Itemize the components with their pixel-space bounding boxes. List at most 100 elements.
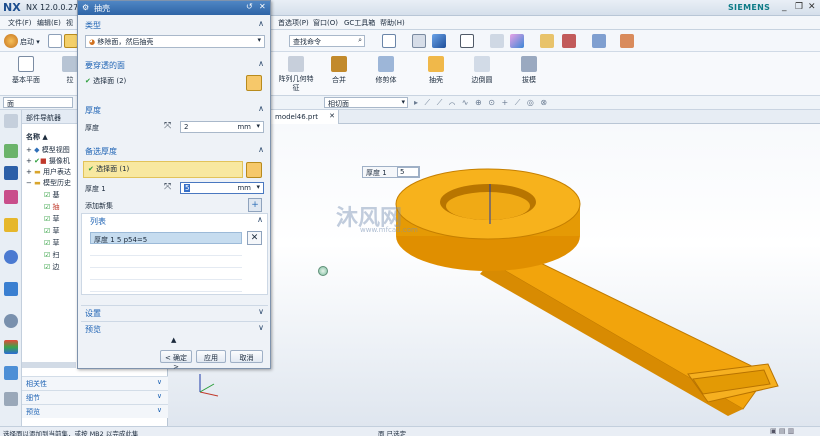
extrude-button[interactable]: 拉 <box>62 56 78 85</box>
checkbox-icon[interactable]: ☑ <box>44 191 50 199</box>
gear-icon[interactable] <box>4 114 18 128</box>
checkbox-icon[interactable]: ☑ <box>44 263 50 271</box>
section-alt-thickness-header[interactable]: 备选厚度 ∧ <box>81 144 268 157</box>
thickness-callout[interactable]: 厚度 1 5 <box>362 166 420 178</box>
tree-item-feature[interactable]: ☑ 草 <box>44 214 60 224</box>
color-icon[interactable] <box>510 34 524 48</box>
checkbox-icon[interactable]: ☑ <box>44 239 50 247</box>
restore-icon[interactable]: ❐ <box>795 2 803 12</box>
panel-dependencies[interactable]: 相关性 ∨ <box>22 376 168 390</box>
tree-item-feature[interactable]: ☑ 边 <box>44 262 60 272</box>
callout-value-input[interactable]: 5 <box>397 167 419 177</box>
collapse-icon[interactable]: ∧ <box>258 59 264 68</box>
draft-button[interactable]: 拔模 <box>518 56 540 85</box>
alt-thickness-input[interactable]: 5 mm ▾ <box>180 182 264 194</box>
tab-model46[interactable]: model46.prt ✕ <box>271 110 339 124</box>
formula-icon[interactable]: ⤧ <box>164 182 171 192</box>
checkbox-icon[interactable]: ☑ <box>44 251 50 259</box>
ruler-icon[interactable] <box>620 34 634 48</box>
view-orient-icon[interactable] <box>412 34 426 48</box>
tree-item-model-views[interactable]: + ◆ 模型视图 <box>26 145 70 155</box>
palette-icon[interactable] <box>4 340 18 354</box>
collapse-icon[interactable]: ∧ <box>258 19 264 28</box>
expand-icon[interactable]: ∨ <box>258 307 264 316</box>
horizontal-scrollbar[interactable] <box>22 362 76 368</box>
history-icon[interactable] <box>4 282 18 296</box>
collapse-icon[interactable]: ∧ <box>257 215 263 224</box>
apply-button[interactable]: 应用 <box>196 350 226 363</box>
alt-select-row[interactable]: ✔ 选择面 (1) <box>83 161 243 178</box>
panel-preview[interactable]: 预览 ∨ <box>22 404 168 418</box>
menu-file[interactable]: 文件(F) <box>8 18 32 28</box>
tree-item-feature[interactable]: ☑ 扫 <box>44 250 60 260</box>
tree-item-feature[interactable]: ☑ 基 <box>44 190 60 200</box>
menu-preferences[interactable]: 首选项(P) <box>278 18 309 28</box>
menu-help[interactable]: 帮助(H) <box>380 18 405 28</box>
tree-item-cameras[interactable]: + ✔■ 摄像机 <box>26 156 70 166</box>
section-settings-header[interactable]: 设置 ∨ <box>81 305 268 318</box>
constraint-navigator-icon[interactable] <box>4 166 18 180</box>
menu-edit[interactable]: 编辑(E) <box>37 18 61 28</box>
measure-icon[interactable] <box>592 34 606 48</box>
menu-view[interactable]: 视 <box>66 18 73 28</box>
tree-item-model-history[interactable]: − ▬ 模型历史 <box>26 178 71 188</box>
background-icon[interactable] <box>460 34 474 48</box>
minimize-icon[interactable]: _ <box>782 2 787 12</box>
snap-icon[interactable] <box>540 34 554 48</box>
collapse-all-icon[interactable]: ▲ <box>171 336 176 344</box>
start-menu-label[interactable]: 启动 ▾ <box>20 37 40 47</box>
close-icon[interactable]: ✕ <box>259 2 266 11</box>
search-icon[interactable]: ⌕ <box>358 36 362 45</box>
section-type-header[interactable]: 类型 ∧ <box>81 18 268 31</box>
checkbox-icon[interactable]: ☑ <box>44 215 50 223</box>
new-file-icon[interactable] <box>48 34 62 48</box>
cancel-button[interactable]: 取消 <box>230 350 263 363</box>
select-face-icon[interactable] <box>246 162 262 178</box>
tree-item-feature[interactable]: ☑ 草 <box>44 226 60 236</box>
trim-body-button[interactable]: 修剪体 <box>372 56 400 85</box>
section-faces-header[interactable]: 要穿透的面 ∧ <box>81 58 268 71</box>
close-tab-icon[interactable]: ✕ <box>329 112 335 120</box>
tree-item-feature[interactable]: ☑ 抽 <box>44 202 60 212</box>
collapse-icon[interactable]: ∧ <box>258 145 264 154</box>
panel-details[interactable]: 细节 ∨ <box>22 390 168 404</box>
section-preview-header[interactable]: 预览 ∨ <box>81 321 268 334</box>
checkbox-icon[interactable]: ☑ <box>44 203 50 211</box>
menu-gc-toolbox[interactable]: GC工具箱 <box>344 18 375 28</box>
wcs-icon[interactable] <box>562 34 576 48</box>
faces-select-row[interactable]: ✔ 选择面 (2) <box>85 76 126 86</box>
render-style-icon[interactable] <box>432 34 446 48</box>
layer-icon[interactable] <box>490 34 504 48</box>
orbit-center-icon[interactable] <box>318 266 328 276</box>
command-search-input[interactable]: 查找命令 ⌕ <box>289 35 365 47</box>
part-navigator-icon[interactable] <box>4 190 18 204</box>
menu-window[interactable]: 窗口(O) <box>313 18 338 28</box>
list-row[interactable]: 厚度 1 5 p54=5 <box>90 232 242 244</box>
remove-icon[interactable]: ✕ <box>247 231 262 245</box>
face-rule-select[interactable]: 相切面 ▾ <box>324 97 408 108</box>
expand-icon[interactable]: ∨ <box>258 323 264 332</box>
assembly-navigator-icon[interactable] <box>4 144 18 158</box>
reuse-library-icon[interactable] <box>4 218 18 232</box>
unite-button[interactable]: 合并 <box>328 56 350 85</box>
close-window-icon[interactable]: ✕ <box>808 2 816 12</box>
roles-icon[interactable] <box>4 392 18 406</box>
start-icon[interactable] <box>4 34 18 48</box>
thickness-input[interactable]: 2 mm ▾ <box>180 121 264 133</box>
shell-button[interactable]: 抽壳 <box>424 56 448 85</box>
select-face-icon[interactable] <box>246 75 262 91</box>
snap-point-icons[interactable]: ▸ ⟋ ⟋ ⌒ ∿ ⊕ ⊙ + ⟋ ◎ ⊗ <box>414 98 549 108</box>
checkbox-icon[interactable]: ☑ <box>44 227 50 235</box>
add-set-button[interactable]: + <box>248 198 262 212</box>
reset-icon[interactable]: ↺ <box>246 2 253 11</box>
tree-item-user-expressions[interactable]: + ▬ 用户表达 <box>26 167 71 177</box>
edge-blend-button[interactable]: 边倒圆 <box>468 56 496 85</box>
open-folder-icon[interactable] <box>64 34 78 48</box>
name-column-header[interactable]: 名称 ▲ <box>26 132 48 142</box>
datum-plane-button[interactable]: 基本平面 <box>8 56 44 85</box>
system-materials-icon[interactable] <box>4 366 18 380</box>
gear-icon[interactable]: ⚙ <box>82 3 89 12</box>
type-select[interactable]: ◕ 移除面，然后抽壳 ▾ <box>85 35 265 48</box>
pattern-geometry-button[interactable]: 阵列几何特 征 <box>274 56 318 93</box>
formula-icon[interactable]: ⤧ <box>164 121 171 131</box>
